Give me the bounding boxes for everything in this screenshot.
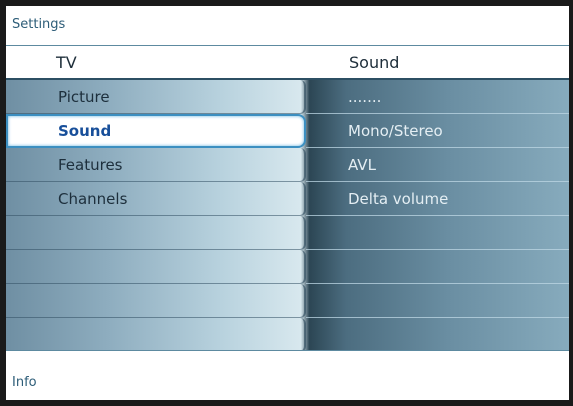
tv-settings-screen: Settings TV Sound Picture Sound Features… <box>0 0 573 406</box>
menu-item-empty <box>6 318 306 352</box>
menu-item-features[interactable]: Features <box>6 148 306 182</box>
submenu-item-empty <box>306 318 569 352</box>
info-bar: Info <box>6 350 569 400</box>
submenu-item-delta-volume[interactable]: Delta volume <box>306 182 569 216</box>
submenu-item-empty <box>306 250 569 284</box>
submenu-item-mono-stereo[interactable]: Mono/Stereo <box>306 114 569 148</box>
settings-title: Settings <box>12 17 66 32</box>
info-label: Info <box>12 375 37 390</box>
title-bar: Settings <box>6 6 569 46</box>
menu-item-empty <box>6 284 306 318</box>
menu-item-label: Features <box>58 156 123 174</box>
submenu-item-dots[interactable]: ....... <box>306 80 569 114</box>
menu-item-label: Picture <box>58 88 110 106</box>
menu-item-channels[interactable]: Channels <box>6 182 306 216</box>
submenu-item-label: AVL <box>348 156 376 174</box>
submenu: ....... Mono/Stereo AVL Delta volume <box>306 80 569 352</box>
submenu-item-label: ....... <box>348 88 382 106</box>
menu-item-label: Sound <box>58 122 112 140</box>
header-tv: TV <box>56 53 77 72</box>
menu-panel: Picture Sound Features Channels ....... … <box>6 80 569 352</box>
left-menu: Picture Sound Features Channels <box>6 80 306 352</box>
submenu-item-label: Mono/Stereo <box>348 122 443 140</box>
submenu-item-empty <box>306 284 569 318</box>
submenu-item-empty <box>306 216 569 250</box>
menu-item-label: Channels <box>58 190 128 208</box>
menu-header: TV Sound <box>6 46 569 80</box>
header-sound: Sound <box>349 53 400 72</box>
menu-item-empty <box>6 216 306 250</box>
menu-item-empty <box>6 250 306 284</box>
menu-item-sound[interactable]: Sound <box>6 114 306 148</box>
submenu-item-label: Delta volume <box>348 190 449 208</box>
submenu-item-avl[interactable]: AVL <box>306 148 569 182</box>
menu-item-picture[interactable]: Picture <box>6 80 306 114</box>
